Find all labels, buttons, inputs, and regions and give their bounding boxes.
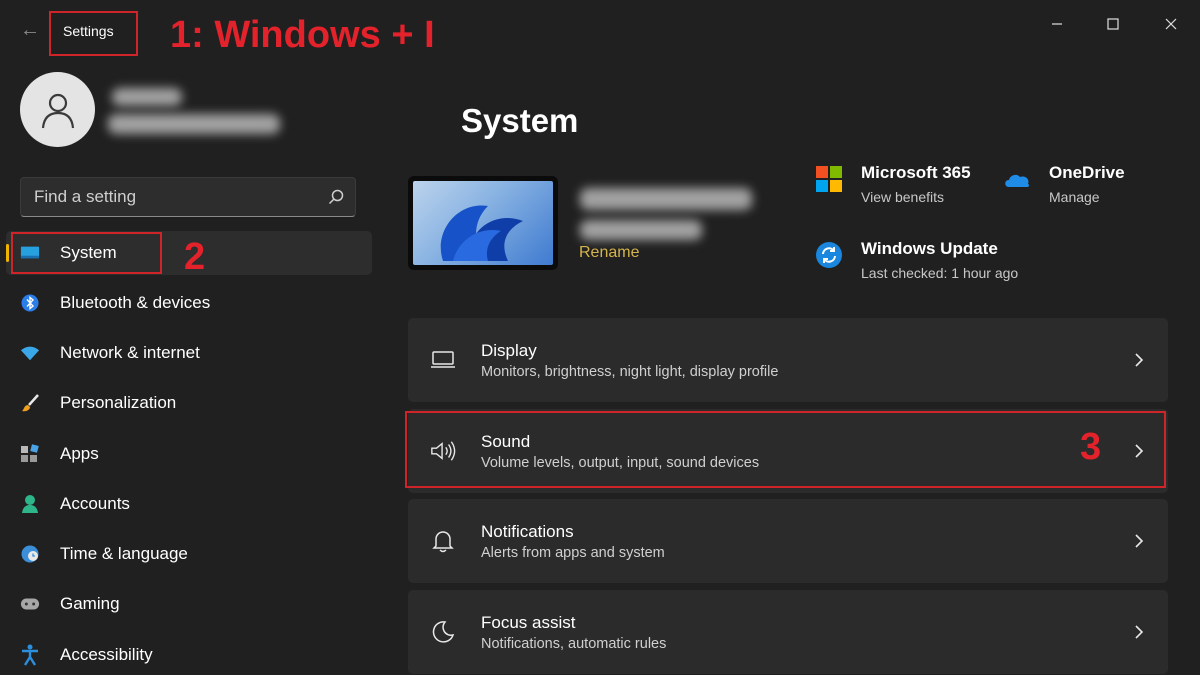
notifications-card[interactable]: Notifications Alerts from apps and syste… — [408, 499, 1168, 583]
quick-link-title: Windows Update — [861, 239, 998, 258]
sidebar-item-network[interactable]: Network & internet — [6, 331, 372, 375]
back-arrow-icon: ← — [20, 18, 40, 41]
device-thumbnail — [408, 176, 558, 270]
search-input[interactable] — [21, 178, 311, 216]
globe-clock-icon — [20, 544, 40, 564]
annotation-box-title — [49, 11, 138, 56]
onedrive-cloud-icon — [1005, 174, 1030, 187]
sidebar-item-label: Gaming — [60, 594, 120, 613]
rename-link[interactable]: Rename — [579, 244, 639, 262]
redacted-user-email — [108, 114, 280, 134]
minimize-button[interactable] — [1034, 8, 1080, 40]
maximize-icon — [1107, 18, 1119, 30]
minimize-icon — [1052, 23, 1062, 25]
search-box[interactable] — [20, 177, 356, 217]
redacted-device-model — [580, 220, 702, 240]
sidebar-item-label: Network & internet — [60, 343, 200, 362]
chevron-right-icon — [1132, 348, 1146, 372]
card-title: Display — [481, 341, 537, 360]
person-icon — [41, 93, 74, 128]
search-icon[interactable] — [327, 188, 345, 206]
wifi-icon — [20, 343, 40, 363]
sidebar-item-label: Time & language — [60, 544, 188, 563]
monitor-icon — [430, 347, 456, 373]
accessibility-icon — [20, 644, 40, 666]
microsoft-365-link[interactable]: Microsoft 365 View benefits — [815, 163, 985, 209]
quick-link-subtitle: Manage — [1049, 189, 1100, 205]
card-subtitle: Alerts from apps and system — [481, 545, 665, 561]
sidebar-item-label: Accessibility — [60, 645, 153, 664]
quick-link-title: Microsoft 365 — [861, 163, 971, 182]
title-bar: ← Settings 1: Windows + I — [0, 0, 1200, 56]
sidebar-item-personalization[interactable]: Personalization — [6, 381, 372, 425]
microsoft-logo-icon — [816, 166, 842, 192]
sidebar-item-bluetooth[interactable]: Bluetooth & devices — [6, 281, 372, 325]
onedrive-link[interactable]: OneDrive Manage — [1003, 163, 1133, 209]
close-icon — [1165, 18, 1177, 30]
redacted-user-name — [112, 88, 182, 106]
sidebar-item-accounts[interactable]: Accounts — [6, 482, 372, 526]
maximize-button[interactable] — [1090, 8, 1136, 40]
sidebar-item-label: Accounts — [60, 494, 130, 513]
display-card[interactable]: Display Monitors, brightness, night ligh… — [408, 318, 1168, 402]
apps-icon — [20, 444, 40, 464]
back-button[interactable]: ← — [14, 14, 46, 46]
card-subtitle: Notifications, automatic rules — [481, 636, 667, 652]
annotation-box-system — [11, 232, 162, 274]
avatar[interactable] — [20, 72, 95, 147]
bell-icon — [430, 528, 456, 554]
bloom-wallpaper-icon — [440, 205, 523, 261]
sidebar-item-label: Bluetooth & devices — [60, 293, 211, 312]
annotation-box-sound — [405, 411, 1166, 488]
card-subtitle: Monitors, brightness, night light, displ… — [481, 364, 779, 380]
gamepad-icon — [20, 594, 40, 614]
close-button[interactable] — [1148, 8, 1194, 40]
sidebar-item-label: Personalization — [60, 393, 177, 412]
person-icon — [20, 494, 40, 514]
wallpaper-preview — [413, 181, 553, 265]
card-title: Focus assist — [481, 613, 576, 632]
windows-update-icon — [816, 242, 842, 268]
brush-icon — [20, 393, 40, 413]
redacted-device-name — [580, 188, 752, 210]
page-title: System — [461, 102, 579, 139]
sidebar-item-time-language[interactable]: Time & language — [6, 532, 372, 576]
sidebar-item-apps[interactable]: Apps — [6, 432, 372, 476]
annotation-step-3: 3 — [1080, 426, 1102, 468]
settings-window: ← Settings 1: Windows + I Find a setting… — [0, 0, 1200, 675]
chevron-right-icon — [1132, 620, 1146, 644]
card-title: Notifications — [481, 522, 574, 541]
selection-indicator — [6, 244, 9, 262]
annotation-step-2: 2 — [184, 236, 206, 278]
windows-update-link[interactable]: Windows Update Last checked: 1 hour ago — [815, 239, 1045, 285]
annotation-step-1: 1: Windows + I — [170, 14, 435, 56]
sidebar-item-gaming[interactable]: Gaming — [6, 582, 372, 626]
chevron-right-icon — [1132, 529, 1146, 553]
bluetooth-icon — [20, 293, 40, 313]
quick-link-subtitle: View benefits — [861, 189, 945, 205]
quick-link-title: OneDrive — [1049, 163, 1125, 182]
quick-link-subtitle: Last checked: 1 hour ago — [861, 265, 1019, 281]
sidebar-item-accessibility[interactable]: Accessibility — [6, 633, 372, 675]
focus-assist-card[interactable]: Focus assist Notifications, automatic ru… — [408, 590, 1168, 674]
sidebar-item-label: Apps — [60, 444, 99, 463]
moon-icon — [430, 619, 456, 645]
